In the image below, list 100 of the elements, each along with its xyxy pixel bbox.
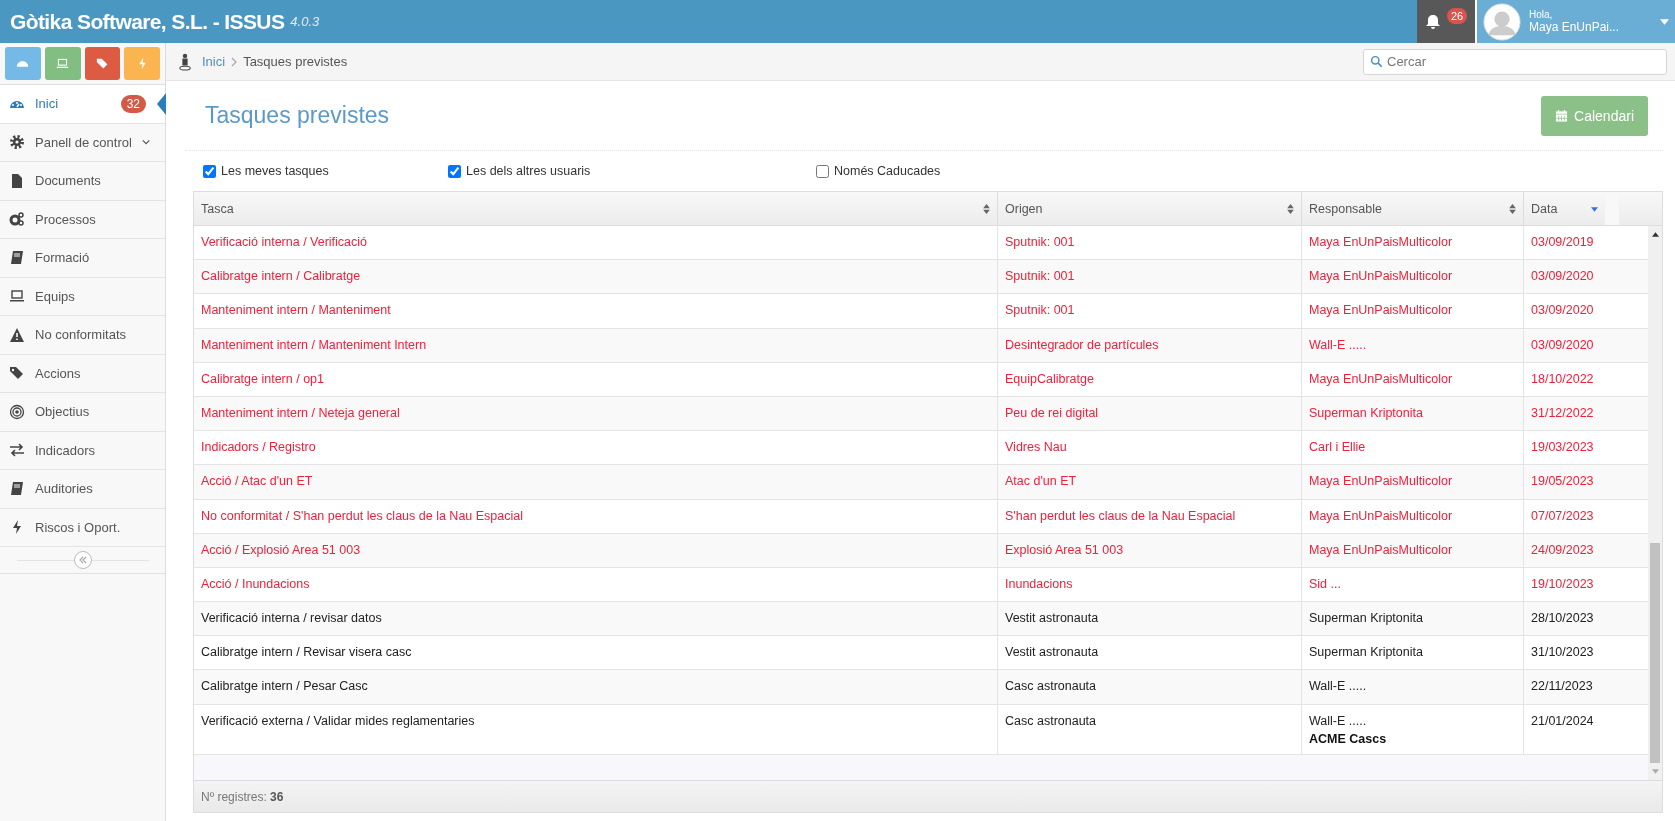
table-cell: Atac d'un ET: [998, 465, 1302, 499]
table-cell-text: 03/09/2020: [1530, 302, 1595, 320]
avatar-icon: [1483, 2, 1521, 41]
caret-icon: [1660, 18, 1669, 25]
table-cell: No conformitat / S'han perdut les claus de la Nau Espacial: [194, 499, 998, 533]
tags-icon: [95, 57, 109, 70]
provider-name: ACME Cascs: [1309, 731, 1388, 746]
table-cell: Peu de rei digital: [998, 396, 1302, 431]
table-cell: Calibratge intern / Revisar visera casc: [194, 636, 998, 670]
table-cell: Superman Kriptonita: [1302, 396, 1524, 431]
filter-checkbox[interactable]: Només Caducades: [816, 164, 941, 178]
table-cell-text: 19/10/2023: [1530, 575, 1595, 593]
table-cell: Desintegrador de partícules: [998, 328, 1302, 362]
table-cell: Vestit astronauta: [998, 602, 1302, 636]
table-cell: Carl i Ellie: [1302, 431, 1524, 465]
table-cell-text: 03/09/2019: [1530, 234, 1595, 251]
table-cell: Sputnik: 001: [998, 260, 1302, 294]
checkbox[interactable]: [203, 164, 216, 178]
table-cell-text: 03/09/2020: [1530, 268, 1595, 286]
count-badge: 32: [120, 94, 146, 113]
table-cell: Calibratge intern / op1: [194, 362, 998, 396]
filter-checkbox[interactable]: Les dels altres usuaris: [448, 164, 816, 178]
table-cell: Maya EnUnPaisMulticolor: [1302, 226, 1524, 260]
target-icon: [9, 403, 25, 420]
table-cell-text: 31/10/2023: [1530, 644, 1595, 662]
table-cell-text: 19/03/2023: [1530, 439, 1595, 457]
person-icon: [178, 52, 192, 71]
table-cell: Manteniment intern / Manteniment: [194, 294, 998, 328]
table-cell: Acció / Atac d'un ET: [194, 465, 998, 499]
warning-icon: [9, 326, 25, 343]
table-cell: Acció / Explosió Area 51 003: [194, 533, 998, 567]
table-cell-text: 22/11/2023: [1530, 678, 1594, 696]
search-field[interactable]: Cercar: [1363, 48, 1667, 75]
table-cell-text: 31/12/2022: [1530, 404, 1595, 422]
scrollbar[interactable]: [1648, 226, 1662, 780]
record-count: Nº registres: 36: [201, 789, 284, 804]
table-cell: Inundacions: [998, 567, 1302, 602]
bell-icon: [1424, 12, 1441, 31]
table-cell-text: 07/07/2023: [1530, 507, 1595, 525]
table-cell-text: 21/01/2024: [1530, 712, 1595, 730]
scroll-thumb[interactable]: [1650, 543, 1660, 763]
scroll-up-icon[interactable]: [1651, 232, 1659, 237]
table-cell: Wall-E .....: [1302, 328, 1524, 362]
collapse-button[interactable]: [73, 551, 92, 569]
laptop-icon: [9, 288, 25, 305]
breadcrumb-current: Tasques previstes: [243, 54, 348, 69]
table-cell-text: Wall-E .....: [1309, 713, 1368, 728]
table-cell: Casc astronauta: [998, 704, 1302, 754]
book-icon: [9, 249, 25, 266]
table-cell: Casc astronauta: [998, 670, 1302, 704]
sidebar-item[interactable]: Inici 32: [0, 85, 165, 124]
laptop-icon: [56, 57, 70, 70]
table-cell: Superman Kriptonita: [1302, 636, 1524, 670]
table-cell-text: 24/09/2023: [1530, 541, 1595, 559]
table-cell-text: 18/10/2022: [1530, 370, 1595, 388]
table-cell: S'han perdut les claus de la Nau Espacial: [998, 499, 1302, 533]
shortcut-button[interactable]: [44, 47, 81, 80]
filter-checkbox[interactable]: Les meves tasques: [203, 164, 448, 178]
double-chevron-icon: [77, 555, 88, 565]
table-cell-text: 03/09/2020: [1530, 336, 1595, 354]
scroll-down-icon[interactable]: [1651, 769, 1659, 774]
settings-icon: [9, 134, 25, 151]
table-cell: Indicadors / Registro: [194, 431, 998, 465]
shortcut-button[interactable]: [84, 47, 121, 80]
search-icon: [1370, 55, 1383, 68]
app-version: 4.0.3: [290, 14, 320, 29]
page-title: Tasques previstes: [205, 102, 390, 129]
table-cell: Superman Kriptonita: [1302, 602, 1524, 636]
file-icon: [9, 172, 25, 189]
checkbox[interactable]: [816, 164, 829, 178]
table-cell: Vestit astronauta: [998, 636, 1302, 670]
table-cell: Wall-E .....: [1302, 670, 1524, 704]
table-cell: Maya EnUnPaisMulticolor: [1302, 465, 1524, 499]
notifications-button[interactable]: 26: [1417, 0, 1475, 43]
table-cell: Verificació externa / Validar mides reglamentaries: [194, 704, 998, 754]
gears-icon: [9, 211, 25, 228]
table-cell: Maya EnUnPaisMulticolor: [1302, 260, 1524, 294]
shortcut-button[interactable]: [5, 47, 41, 80]
column-header[interactable]: Tasca: [194, 192, 998, 225]
greeting: Hola,: [1529, 9, 1554, 20]
table-cell-text: 19/05/2023: [1530, 473, 1595, 491]
table-cell: Manteniment intern / Manteniment Intern: [194, 328, 998, 362]
tags-icon: [9, 365, 25, 382]
notification-count: 26: [1446, 7, 1468, 24]
column-header[interactable]: Responsable: [1302, 192, 1524, 225]
table-cell: Calibratge intern / Pesar Casc: [194, 670, 998, 704]
table-cell: Maya EnUnPaisMulticolor: [1302, 362, 1524, 396]
column-header[interactable]: Origen: [998, 192, 1302, 225]
table-cell: Explosió Area 51 003: [998, 533, 1302, 567]
user-name: Maya EnUnPai...: [1529, 20, 1621, 34]
table-cell: Sputnik: 001: [998, 294, 1302, 328]
exchange-icon: [9, 442, 25, 459]
app-title: Gòtika Software, S.L. - ISSUS: [10, 9, 285, 34]
table-cell-text: 28/10/2023: [1530, 610, 1595, 628]
table-cell: Sid ...: [1302, 567, 1524, 602]
checkbox[interactable]: [448, 164, 461, 178]
table-cell: EquipCalibratge: [998, 362, 1302, 396]
table-cell: Verificació interna / Verificació: [194, 226, 998, 260]
column-header[interactable]: Data: [1524, 192, 1605, 225]
book-icon: [9, 480, 25, 497]
